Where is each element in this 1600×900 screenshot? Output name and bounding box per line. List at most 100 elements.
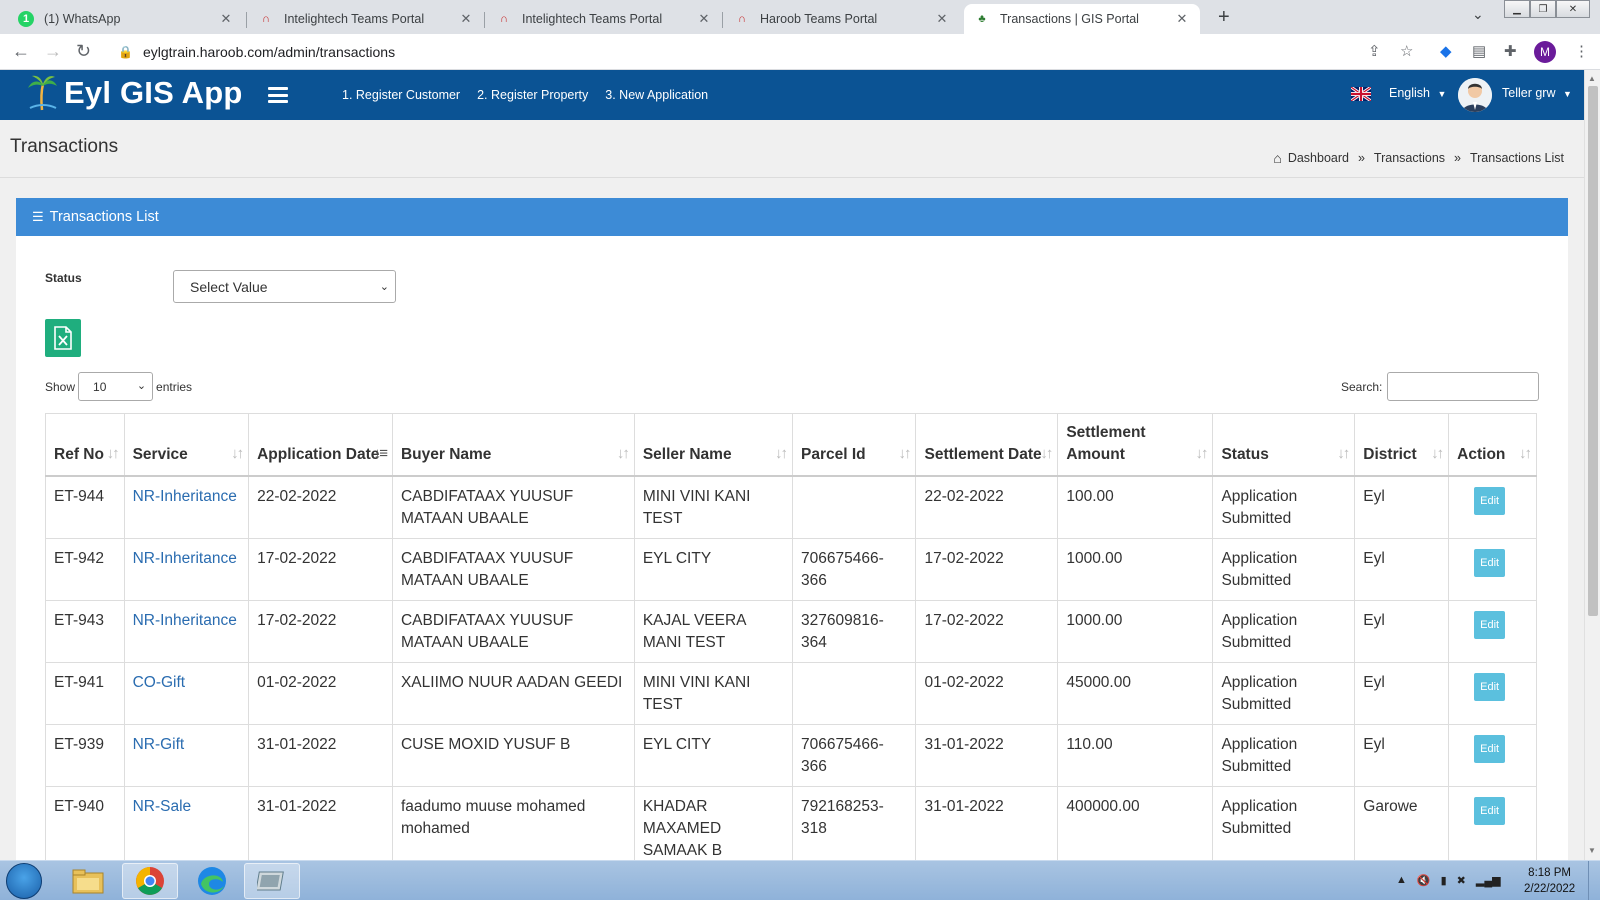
tab-whatsapp[interactable]: 1 (1) WhatsApp ✕ xyxy=(8,4,244,34)
brand[interactable]: Eyl GIS App xyxy=(26,74,242,112)
col-settlement-date[interactable]: Settlement Date ↓↑ xyxy=(915,413,1059,477)
scroll-thumb[interactable] xyxy=(1588,86,1598,616)
system-clock[interactable]: 8:18 PM 2/22/2022 xyxy=(1524,865,1575,897)
cell-status: Application Submitted xyxy=(1212,723,1356,787)
back-icon[interactable]: ← xyxy=(12,41,30,62)
col-application-date[interactable]: Application Date ↓≡ xyxy=(248,413,393,477)
gis-portal-icon: ♣ xyxy=(978,13,986,25)
profile-avatar[interactable]: M xyxy=(1534,41,1556,63)
forward-icon[interactable]: → xyxy=(44,41,62,62)
col-ref-no[interactable]: Ref No ↓↑ xyxy=(45,413,125,477)
sort-icon[interactable]: ↓↑ xyxy=(231,443,244,465)
network-warning-icon[interactable]: ✖ xyxy=(1457,874,1466,887)
brand-name: Eyl GIS App xyxy=(64,75,243,110)
url-field[interactable]: 🔒 eylgtrain.haroob.com/admin/transaction… xyxy=(108,39,1418,65)
user-avatar[interactable] xyxy=(1458,78,1492,112)
restore-button[interactable]: ❐ xyxy=(1530,0,1556,18)
menu-new-application[interactable]: 3. New Application xyxy=(605,88,708,102)
close-icon[interactable]: ✕ xyxy=(458,11,474,27)
user-menu[interactable]: Teller grw ▼ xyxy=(1502,86,1572,100)
col-service[interactable]: Service ↓↑ xyxy=(123,413,250,477)
edge-icon[interactable] xyxy=(184,863,240,899)
lock-icon[interactable]: 🔒 xyxy=(118,45,133,59)
sort-icon[interactable]: ↓↑ xyxy=(898,443,911,465)
extension-shield-icon[interactable]: ◆ xyxy=(1440,42,1452,60)
tab-intelightech-1[interactable]: ∩ Intelightech Teams Portal ✕ xyxy=(248,4,484,34)
edit-button[interactable]: Edit xyxy=(1474,548,1506,577)
col-district[interactable]: District ↓↑ xyxy=(1354,413,1450,477)
entries-select[interactable]: 10 ⌄ xyxy=(78,372,154,401)
col-parcel-id[interactable]: Parcel Id ↓↑ xyxy=(791,413,917,477)
app-window-icon[interactable] xyxy=(244,863,300,899)
battery-icon[interactable]: ▮ xyxy=(1441,874,1447,887)
tray-expand-icon[interactable]: ▲ xyxy=(1396,874,1407,887)
cell-service-link[interactable]: NR-Inheritance xyxy=(123,537,250,601)
language-dropdown[interactable]: English ▼ xyxy=(1389,86,1446,100)
bookmark-star-icon[interactable]: ☆ xyxy=(1400,42,1413,60)
volume-muted-icon[interactable]: 🔇 xyxy=(1417,874,1431,887)
cell-service-link[interactable]: NR-Gift xyxy=(123,723,250,787)
edit-button[interactable]: Edit xyxy=(1474,487,1506,515)
cell-application-date: 22-02-2022 xyxy=(248,475,393,539)
signal-icon[interactable]: ▂▄▆ xyxy=(1476,874,1501,887)
edit-button[interactable]: Edit xyxy=(1474,672,1506,701)
tab-intelightech-2[interactable]: ∩ Intelightech Teams Portal ✕ xyxy=(486,4,722,34)
export-excel-button[interactable] xyxy=(45,319,81,357)
close-icon[interactable]: ✕ xyxy=(218,11,234,27)
menu-register-property[interactable]: 2. Register Property xyxy=(477,88,588,102)
sort-desc-icon[interactable]: ↓≡ xyxy=(374,443,388,465)
share-icon[interactable]: ⇪ xyxy=(1368,42,1381,60)
tab-title: Transactions | GIS Portal xyxy=(1000,12,1139,26)
close-icon[interactable]: ✕ xyxy=(1174,11,1190,27)
cell-service-link[interactable]: NR-Inheritance xyxy=(123,599,250,663)
cell-ref-no: ET-940 xyxy=(45,785,125,870)
sort-icon[interactable]: ↓↑ xyxy=(1195,443,1208,465)
breadcrumb-transactions[interactable]: Transactions xyxy=(1374,151,1445,165)
col-action[interactable]: Action ↓↑ xyxy=(1448,413,1537,477)
file-explorer-icon[interactable] xyxy=(60,863,116,899)
col-settlement-amount[interactable]: Settlement Amount ↓↑ xyxy=(1057,413,1214,477)
search-input[interactable] xyxy=(1387,372,1540,401)
new-tab-button[interactable]: + xyxy=(1218,6,1230,29)
col-status[interactable]: Status ↓↑ xyxy=(1212,413,1356,477)
close-window-button[interactable]: ✕ xyxy=(1556,0,1590,18)
clipboard-icon[interactable]: ▤ xyxy=(1472,42,1486,60)
col-seller-name[interactable]: Seller Name ↓↑ xyxy=(633,413,794,477)
extensions-puzzle-icon[interactable]: ✚ xyxy=(1504,42,1517,60)
col-buyer-name[interactable]: Buyer Name ↓↑ xyxy=(391,413,635,477)
scroll-down-icon[interactable]: ▼ xyxy=(1588,846,1596,855)
cell-service-link[interactable]: CO-Gift xyxy=(123,661,250,725)
edit-button[interactable]: Edit xyxy=(1474,610,1506,639)
entries-length-control: Show 10 ⌄ entries xyxy=(45,372,192,401)
show-desktop-button[interactable] xyxy=(1588,861,1600,900)
sort-icon[interactable]: ↓↑ xyxy=(617,443,630,465)
page-scrollbar[interactable]: ▲ ▼ xyxy=(1584,70,1600,860)
menu-register-customer[interactable]: 1. Register Customer xyxy=(342,88,460,102)
sort-icon[interactable]: ↓↑ xyxy=(775,443,788,465)
close-icon[interactable]: ✕ xyxy=(934,11,950,27)
breadcrumb-dashboard[interactable]: Dashboard xyxy=(1288,151,1349,165)
edit-button[interactable]: Edit xyxy=(1474,796,1506,825)
menu-toggle-icon[interactable] xyxy=(268,87,288,103)
scroll-up-icon[interactable]: ▲ xyxy=(1588,74,1596,83)
tab-haroob[interactable]: ∩ Haroob Teams Portal ✕ xyxy=(724,4,960,34)
browser-menu-icon[interactable]: ⋮ xyxy=(1574,42,1589,60)
sort-icon[interactable]: ↓↑ xyxy=(1519,443,1532,465)
minimize-button[interactable]: ▁ xyxy=(1504,0,1530,18)
sort-icon[interactable]: ↓↑ xyxy=(1431,443,1444,465)
status-select[interactable]: Select Value ⌄ xyxy=(173,270,396,303)
tab-search-chevron-icon[interactable]: ⌄ xyxy=(1472,6,1484,23)
close-icon[interactable]: ✕ xyxy=(696,11,712,27)
teams-portal-icon: ∩ xyxy=(738,13,746,25)
tab-transactions[interactable]: ♣ Transactions | GIS Portal ✕ xyxy=(964,4,1200,34)
start-button[interactable] xyxy=(6,863,42,899)
cell-service-link[interactable]: NR-Sale xyxy=(123,785,250,870)
cell-settlement-amount: 110.00 xyxy=(1057,723,1214,787)
cell-service-link[interactable]: NR-Inheritance xyxy=(123,475,250,539)
reload-icon[interactable]: ↻ xyxy=(76,41,91,62)
sort-icon[interactable]: ↓↑ xyxy=(107,443,120,465)
sort-icon[interactable]: ↓↑ xyxy=(1337,443,1350,465)
sort-icon[interactable]: ↓↑ xyxy=(1040,443,1053,465)
edit-button[interactable]: Edit xyxy=(1474,734,1506,763)
chrome-icon[interactable] xyxy=(122,863,178,899)
